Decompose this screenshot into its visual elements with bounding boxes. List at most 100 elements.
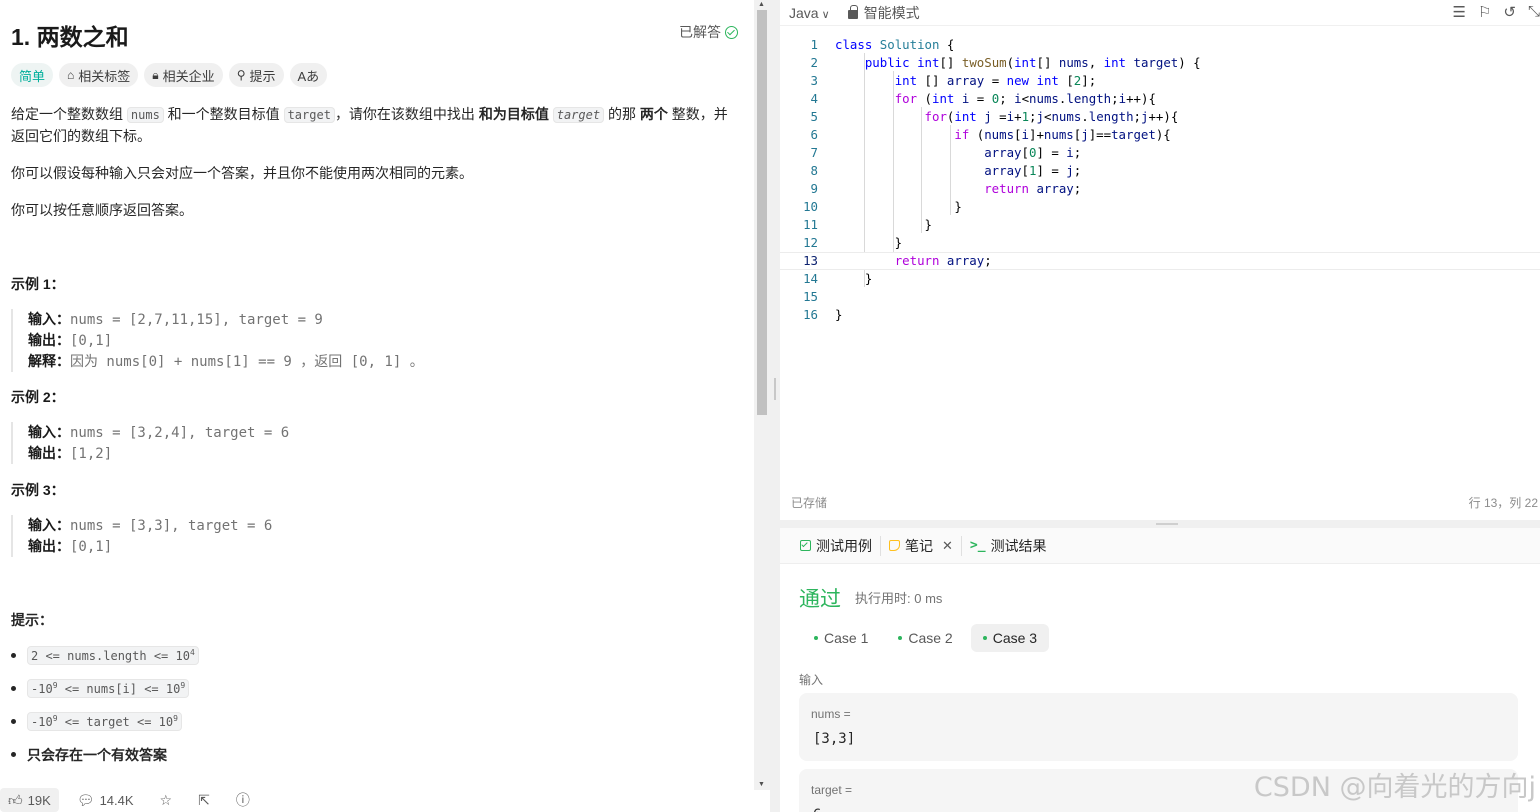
external-link-icon: ⇱ [198,791,210,808]
pass-dot-icon [898,636,903,640]
inline-code: target [283,107,335,123]
favorite-button[interactable]: ☆ [152,788,181,812]
star-icon: ☆ [159,791,173,808]
thumbs-up-icon: 👍︎ [8,791,23,808]
hint-button[interactable]: ⚲ 提示 [228,63,284,87]
reset-icon[interactable]: ↺ [1503,3,1516,21]
tab-label: 测试用例 [816,537,872,554]
tab-notes[interactable]: 笔记 ✕ [881,535,962,556]
problem-panel: 1. 两数之和 已解答 简单 ⌂ 相关标签 🔒︎ 相关企业 ⚲ 提示 Aあ 给定一个整… [0,0,754,812]
code-line: 4 for (int i = 0; i<nums.length;i++){ [810,91,1156,106]
vertical-splitter[interactable] [770,0,780,812]
pass-dot-icon [982,636,987,640]
code-line: 1 class Solution { [810,37,955,52]
problem-title: 1. 两数之和 [11,24,129,50]
example-input: nums = [3,3], target = 6 [70,518,273,534]
comment-count: 14.4K [99,792,134,808]
comments-button[interactable]: 💬︎ 14.4K [69,788,142,812]
bookmark-icon[interactable]: ⚐ [1478,3,1491,21]
desc-text: ，请你在该数组中找出 [334,106,479,122]
check-circle-icon [725,25,738,39]
input-section-label: 输入 [799,673,824,687]
code-editor[interactable]: Java 智能模式 ☰ ⚐ ↺ ⤡ 1class Solution { 2 pu… [780,0,1540,520]
related-companies-button[interactable]: 🔒︎ 相关企业 [144,63,223,87]
cursor-position: 行 13，列 22 [1468,496,1538,510]
lock-icon [847,4,858,19]
constraint-item: -109 <= nums[i] <= 109 [11,679,199,712]
note-icon [889,540,900,551]
case-tab[interactable]: Case 1 [802,624,880,652]
share-button[interactable]: ⇱ [190,788,218,812]
code-line-current: 13 return array; [780,252,1540,270]
desc-paragraph-2: 你可以假设每种输入只会对应一个答案，并且你不能使用两次相同的元素。 [11,165,473,181]
constraints-title: 提示： [11,612,53,628]
splitter-grip[interactable] [774,378,776,400]
tab-label: 笔记 [905,537,933,554]
case-tab[interactable]: Case 2 [886,624,964,652]
constraint-item: 只会存在一个有效答案 [11,745,199,778]
editor-tools: ☰ ⚐ ↺ ⤡ [1453,3,1540,21]
like-button[interactable]: 👍︎ 19K [0,788,59,812]
tag-bar: 简单 ⌂ 相关标签 🔒︎ 相关企业 ⚲ 提示 Aあ [11,63,328,87]
close-icon[interactable]: ✕ [942,538,953,554]
editor-toolbar: Java 智能模式 ☰ ⚐ ↺ ⤡ [780,0,1540,26]
runtime: 执行用时: 0 ms [855,591,943,606]
lightbulb-icon: ⚲ [236,68,246,82]
constraints-list: 2 <= nums.length <= 104 -109 <= nums[i] … [11,646,199,778]
tag-icon: ⌂ [67,68,75,82]
translate-button[interactable]: Aあ [289,63,328,87]
desc-bold: 两个 [639,106,668,122]
format-icon[interactable]: ☰ [1453,3,1466,21]
case-tab-active[interactable]: Case 3 [970,624,1050,652]
code-line: 14 } [803,271,873,286]
example-input: nums = [2,7,11,15], target = 9 [70,312,323,328]
like-count: 19K [27,792,51,808]
code-line: 10 } [803,199,962,214]
desc-paragraph-1: 给定一个整数数组 nums 和一个整数目标值 target ，请你在该数组中找出 … [11,104,731,147]
solved-label: 已解答 [679,24,721,40]
param-box: nums = [3,3] [799,693,1518,761]
code-line: 2 public int[] twoSum(int[] nums, int ta… [810,55,1201,70]
constraint-code: 2 <= nums.length <= 104 [27,646,199,665]
left-scrollbar[interactable]: ▲ ▼ [754,0,770,790]
mode-toggle[interactable]: 智能模式 [847,3,920,23]
related-tags-button[interactable]: ⌂ 相关标签 [59,63,139,87]
help-button[interactable]: ⓘ [228,788,258,812]
input-label: 输入： [28,517,70,533]
scroll-down-arrow-icon[interactable]: ▼ [758,781,765,788]
code-line: 15 [803,289,818,304]
desc-text: 的那 [604,106,640,122]
problem-footer: 👍︎ 19K 💬︎ 14.4K ☆ ⇱ ⓘ [0,788,754,812]
constraint-item: 2 <= nums.length <= 104 [11,646,199,679]
code-line: 3 int [] array = new int [2]; [810,73,1097,88]
related-companies-label: 相关企业 [162,68,215,84]
inline-code: nums [126,107,164,123]
splitter-grip[interactable] [1156,523,1178,525]
code-line: 16} [803,307,843,322]
param-name: target = [811,783,853,797]
case-label: Case 3 [992,630,1038,646]
scroll-thumb[interactable] [757,10,767,415]
mode-label: 智能模式 [863,4,920,21]
expand-icon[interactable]: ⤡ [1528,3,1540,21]
verdict: 通过 [799,588,841,611]
tab-testcase[interactable]: 测试用例 [792,535,881,556]
code-line: 5 for(int j =i+1;j<nums.length;j++){ [810,109,1179,124]
code-area[interactable]: 1 class Solution { 2 public int[] twoSum(… [780,36,1540,324]
code-line: 11 } [803,217,932,232]
solved-status: 已解答 [679,22,738,42]
comment-icon: 💬︎ [76,791,95,808]
horizontal-splitter[interactable] [780,520,1540,528]
language-select[interactable]: Java [789,5,830,21]
input-label: 输入： [28,424,70,440]
desc-text: 给定一个整数数组 [11,106,127,122]
param-value: 6 [813,807,821,812]
output-label: 输出： [28,538,70,554]
example-2-box: 输入：nums = [3,2,4], target = 6 输出：[1,2] [11,422,289,464]
param-name: nums = [811,707,851,721]
code-line: 7 array[0] = i; [810,145,1082,160]
example-explain: 因为 nums[0] + nums[1] == 9 ，返回 [0, 1] 。 [70,354,424,370]
constraint-item: -109 <= target <= 109 [11,712,199,745]
tab-test-result[interactable]: >_ 测试结果 [962,536,1055,556]
scroll-up-arrow-icon[interactable]: ▲ [758,1,765,8]
